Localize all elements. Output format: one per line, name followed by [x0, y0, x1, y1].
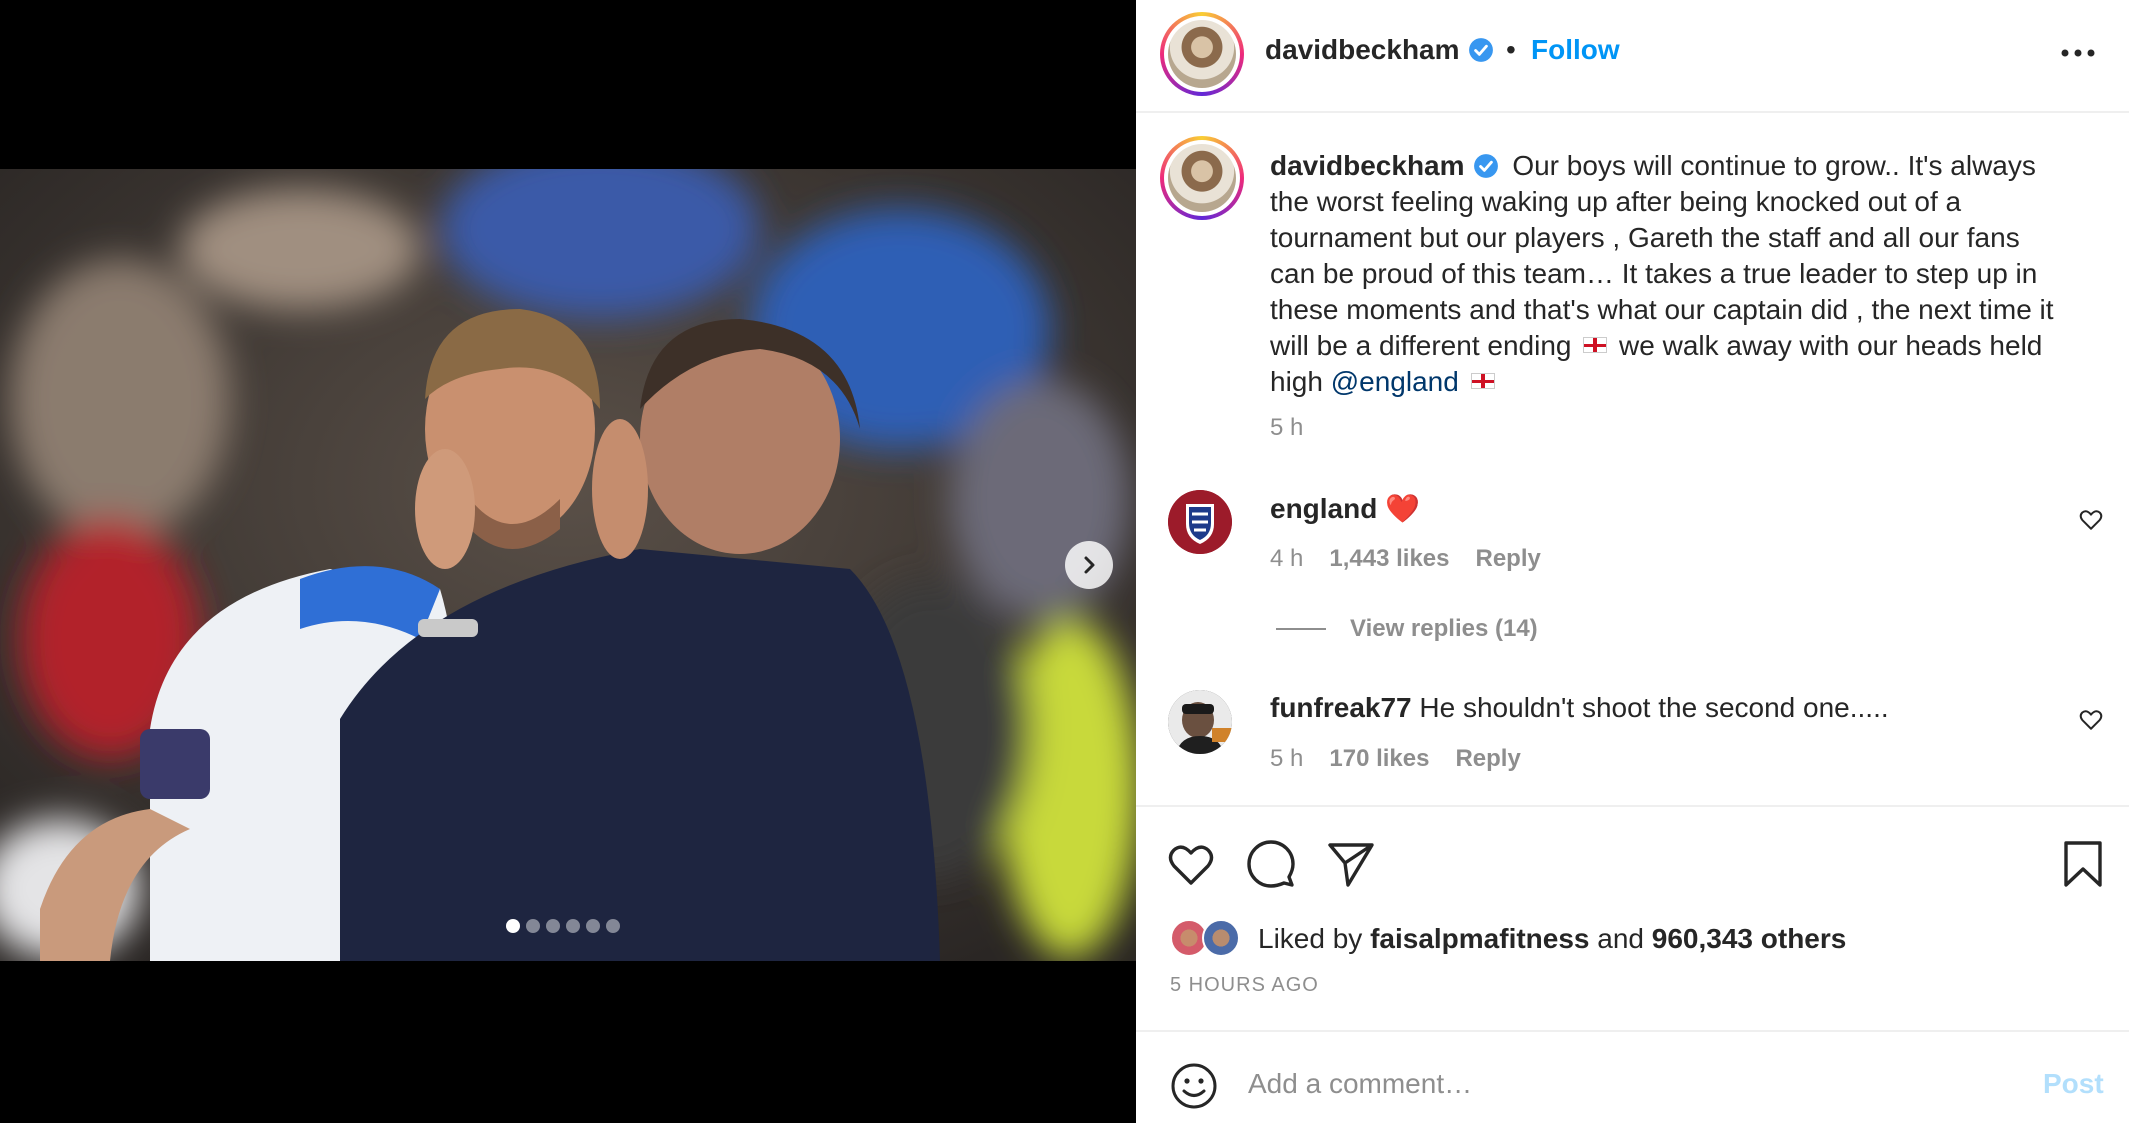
more-icon[interactable] — [2058, 38, 2098, 68]
comment-avatar[interactable] — [1168, 490, 1232, 554]
author-avatar[interactable] — [1160, 12, 1244, 96]
view-replies-button[interactable]: View replies (14) — [1276, 615, 1538, 643]
reply-button[interactable]: Reply — [1475, 545, 1540, 573]
comment-username[interactable]: funfreak77 — [1270, 692, 1412, 723]
header-separator: • — [1506, 34, 1516, 65]
next-slide-button[interactable] — [1065, 541, 1113, 589]
post-photo[interactable] — [0, 169, 1136, 961]
liked-by-prefix: Liked by — [1258, 923, 1363, 954]
carousel-dot — [566, 919, 580, 933]
verified-icon — [1473, 154, 1498, 178]
carousel-dot — [606, 919, 620, 933]
comment-time[interactable]: 5 h — [1270, 745, 1303, 773]
post-header: davidbeckham • Follow — [1136, 0, 2129, 113]
carousel-dot — [526, 919, 540, 933]
comment-likes[interactable]: 170 likes — [1329, 745, 1429, 773]
emoji-icon[interactable] — [1170, 1062, 1218, 1110]
carousel-indicator — [506, 919, 620, 933]
comment-meta: 5 h 170 likes Reply — [1270, 745, 1521, 773]
replies-divider — [1276, 628, 1326, 630]
chevron-right-icon — [1084, 556, 1095, 574]
reply-button[interactable]: Reply — [1455, 745, 1520, 773]
comment-time[interactable]: 4 h — [1270, 545, 1303, 573]
caption-username[interactable]: davidbeckham — [1270, 150, 1465, 181]
verified-icon — [1468, 38, 1493, 62]
follow-button[interactable]: Follow — [1531, 34, 1620, 66]
comment-text: He shouldn't shoot the second one..... — [1419, 692, 1889, 723]
carousel-dot — [506, 919, 520, 933]
share-icon[interactable] — [1326, 839, 1376, 889]
post-caption: davidbeckham Our boys will continue to g… — [1270, 148, 2070, 400]
comment-likes[interactable]: 1,443 likes — [1329, 545, 1449, 573]
heart-icon[interactable] — [1166, 839, 1216, 889]
liked-by-user[interactable]: faisalpmafitness — [1370, 923, 1589, 955]
england-flag-icon — [1583, 337, 1608, 353]
bookmark-icon[interactable] — [2058, 839, 2108, 889]
post-actions: Liked by faisalpmafitness and 960,343 ot… — [1136, 805, 2129, 1035]
author-username[interactable]: davidbeckham — [1265, 34, 1494, 66]
post-comment-button[interactable]: Post — [2043, 1068, 2104, 1100]
mention-link[interactable]: @england — [1331, 366, 1459, 397]
comment-input[interactable] — [1248, 1058, 1948, 1110]
likes-summary: Liked by faisalpmafitness and 960,343 ot… — [1170, 919, 1846, 959]
heart-icon[interactable] — [2078, 706, 2104, 732]
post-timestamp[interactable]: 5 HOURS AGO — [1170, 974, 1319, 997]
liker-avatars — [1170, 919, 1250, 959]
user-photo-icon — [1168, 690, 1232, 754]
liked-by-others[interactable]: 960,343 others — [1652, 923, 1847, 955]
caption-avatar[interactable] — [1160, 136, 1244, 220]
add-comment-bar: Post — [1136, 1030, 2129, 1123]
carousel-dot — [586, 919, 600, 933]
comment-text: ❤️ — [1385, 493, 1420, 524]
comment-username[interactable]: england — [1270, 493, 1377, 524]
comment-avatar[interactable] — [1168, 690, 1232, 754]
liker-avatar[interactable] — [1202, 919, 1240, 957]
post-media — [0, 0, 1136, 1123]
view-replies-label: View replies (14) — [1350, 615, 1538, 642]
england-flag-icon — [1470, 373, 1495, 389]
comment-body: england ❤️ — [1270, 492, 1420, 525]
england-crest-icon — [1168, 490, 1232, 554]
comment-body: funfreak77 He shouldn't shoot the second… — [1270, 692, 1889, 724]
comment-meta: 4 h 1,443 likes Reply — [1270, 545, 1541, 573]
carousel-dot — [546, 919, 560, 933]
comment-icon[interactable] — [1246, 839, 1296, 889]
caption-timestamp[interactable]: 5 h — [1270, 414, 1303, 442]
liked-by-and: and — [1597, 923, 1644, 954]
heart-icon[interactable] — [2078, 506, 2104, 532]
post-sidebar: davidbeckham • Follow davidbeckham Our b… — [1136, 0, 2129, 1123]
